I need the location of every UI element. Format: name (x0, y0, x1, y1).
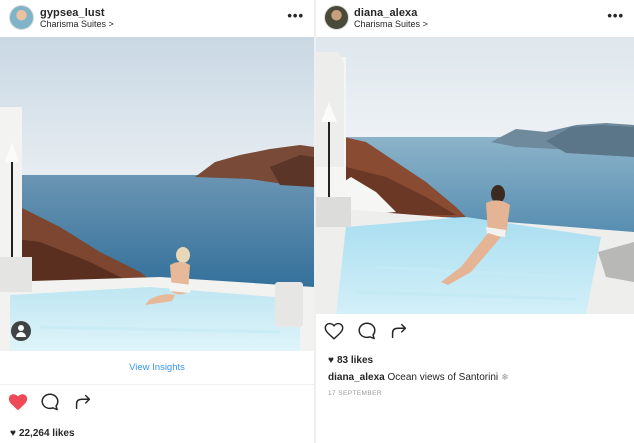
share-icon[interactable] (72, 391, 94, 413)
post-photo[interactable] (316, 37, 634, 314)
post-right: diana_alexa Charisma Suites > ••• ♥ 83 l… (316, 0, 634, 443)
avatar[interactable] (9, 5, 34, 30)
likes-text: 83 likes (336, 355, 374, 366)
post-date: 17 SEPTEMBER (328, 390, 382, 397)
post-header: diana_alexa Charisma Suites > ••• (316, 0, 634, 37)
heart-small-icon: ♥ (10, 428, 16, 439)
avatar[interactable] (324, 5, 349, 30)
comment-icon[interactable] (356, 320, 378, 342)
location-link[interactable]: Charisma Suites > (40, 19, 114, 29)
user-tag-icon[interactable] (11, 321, 31, 341)
location-link[interactable]: Charisma Suites > (354, 19, 428, 29)
likes-text: 22,264 likes (18, 428, 75, 439)
location-label: Charisma Suites (40, 19, 107, 29)
more-options-icon[interactable]: ••• (607, 8, 624, 23)
snowflake-icon: ❄ (501, 372, 509, 382)
username[interactable]: gypsea_lust (40, 7, 105, 19)
heart-small-icon: ♥ (328, 355, 334, 366)
action-bar (0, 387, 314, 419)
likes-count[interactable]: ♥ 22,264 likes (10, 428, 75, 439)
caption: diana_alexa Ocean views of Santorini ❄ (328, 372, 509, 383)
heart-icon[interactable] (7, 391, 29, 413)
post-photo[interactable] (0, 37, 314, 351)
post-header: gypsea_lust Charisma Suites > ••• (0, 0, 314, 37)
heart-icon[interactable] (323, 320, 345, 342)
location-label: Charisma Suites (354, 19, 421, 29)
action-bar (316, 316, 634, 348)
share-icon[interactable] (388, 320, 410, 342)
chevron-right-icon: > (108, 19, 114, 29)
view-insights-link[interactable]: View Insights (0, 351, 314, 385)
more-options-icon[interactable]: ••• (287, 8, 304, 23)
caption-username[interactable]: diana_alexa (328, 372, 385, 383)
comment-icon[interactable] (39, 391, 61, 413)
username[interactable]: diana_alexa (354, 7, 417, 19)
post-left: gypsea_lust Charisma Suites > ••• View I… (0, 0, 314, 443)
caption-text: Ocean views of Santorini (387, 372, 499, 383)
chevron-right-icon: > (422, 19, 428, 29)
likes-count[interactable]: ♥ 83 likes (328, 355, 373, 366)
